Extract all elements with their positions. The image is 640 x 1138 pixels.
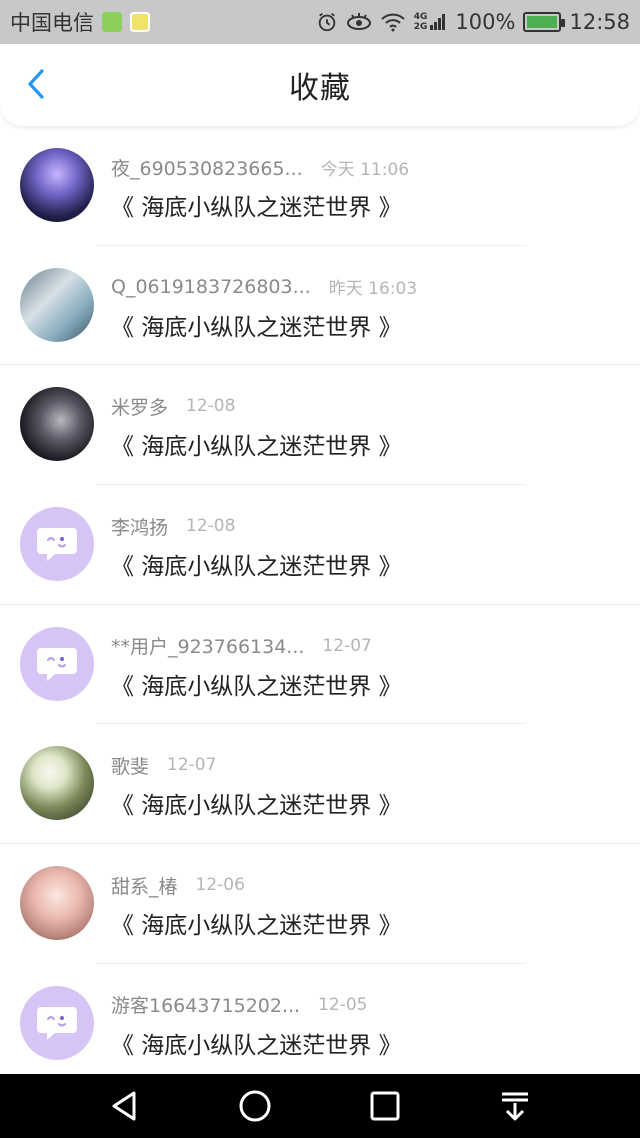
user-name[interactable]: **用户_923766134...: [111, 632, 304, 659]
wechat-notification-icon: [102, 12, 122, 32]
status-bar: 中国电信 4G 2G 100% 12:58: [0, 0, 640, 44]
chat-bubble-icon: [37, 1006, 77, 1040]
avatar[interactable]: [20, 267, 94, 342]
favorite-info: **用户_923766134... 12-07 《 海底小纵队之迷茫世界 》: [111, 633, 620, 701]
favorite-meta: 夜_690530823665... 今天 11:06: [111, 154, 620, 180]
favorite-item[interactable]: Q_0619183726803... 昨天 16:03 《 海底小纵队之迷茫世界 》: [0, 246, 640, 366]
favorite-info: 甜系_椿 12-06 《 海底小纵队之迷茫世界 》: [111, 872, 620, 940]
default-avatar[interactable]: [20, 626, 94, 701]
favorite-meta: 米罗多 12-08: [111, 393, 620, 419]
signal-icon: 4G 2G: [414, 12, 448, 32]
nav-back-button[interactable]: [101, 1082, 149, 1130]
favorite-meta: Q_0619183726803... 昨天 16:03: [111, 274, 620, 300]
favorite-info: 游客16643715202... 12-05 《 海底小纵队之迷茫世界 》: [111, 992, 620, 1060]
avatar[interactable]: [20, 148, 94, 222]
favorite-time: 12-06: [195, 875, 245, 896]
favorite-item[interactable]: 李鸿扬 12-08 《 海底小纵队之迷茫世界 》: [0, 485, 640, 605]
user-name[interactable]: Q_0619183726803...: [111, 276, 311, 298]
favorite-time: 今天 11:06: [320, 159, 410, 180]
favorite-item[interactable]: 夜_690530823665... 今天 11:06 《 海底小纵队之迷茫世界 》: [0, 126, 640, 246]
favorite-item[interactable]: 甜系_椿 12-06 《 海底小纵队之迷茫世界 》: [0, 844, 640, 964]
work-title[interactable]: 《 海底小纵队之迷茫世界 》: [111, 786, 620, 820]
user-name[interactable]: 米罗多: [111, 393, 168, 420]
wifi-icon: [380, 12, 406, 32]
eye-comfort-icon: [346, 12, 372, 32]
favorite-time: 12-05: [318, 994, 368, 1015]
work-title[interactable]: 《 海底小纵队之迷茫世界 》: [111, 427, 620, 461]
back-button[interactable]: [18, 66, 54, 102]
favorite-meta: 甜系_椿 12-06: [111, 872, 620, 898]
favorite-meta: 李鸿扬 12-08: [111, 513, 620, 539]
favorite-info: Q_0619183726803... 昨天 16:03 《 海底小纵队之迷茫世界 》: [111, 274, 620, 342]
chat-bubble-icon: [37, 528, 77, 562]
chat-bubble-icon: [37, 647, 77, 681]
favorite-item[interactable]: 米罗多 12-08 《 海底小纵队之迷茫世界 》: [0, 365, 640, 486]
favorite-meta: 游客16643715202... 12-05: [111, 992, 620, 1018]
work-title[interactable]: 《 海底小纵队之迷茫世界 》: [111, 1026, 620, 1060]
favorite-item[interactable]: **用户_923766134... 12-07 《 海底小纵队之迷茫世界 》: [0, 605, 640, 725]
nav-notification-button[interactable]: [491, 1082, 539, 1130]
favorites-list: 夜_690530823665... 今天 11:06 《 海底小纵队之迷茫世界 》 Q…: [0, 126, 640, 1084]
home-circle-icon: [239, 1090, 271, 1122]
app-header: 收藏: [0, 44, 640, 126]
user-name[interactable]: 李鸿扬: [111, 513, 168, 540]
favorite-item[interactable]: 游客16643715202... 12-05 《 海底小纵队之迷茫世界 》: [0, 964, 640, 1084]
favorite-time: 昨天 16:03: [328, 279, 418, 300]
default-avatar[interactable]: [20, 507, 94, 582]
user-name[interactable]: 歌斐: [111, 752, 149, 779]
avatar[interactable]: [20, 866, 94, 941]
avatar[interactable]: [20, 746, 94, 821]
recents-square-icon: [370, 1091, 400, 1121]
nav-recents-button[interactable]: [361, 1082, 409, 1130]
favorite-time: 12-07: [167, 755, 217, 776]
work-title[interactable]: 《 海底小纵队之迷茫世界 》: [111, 906, 620, 940]
favorite-time: 12-07: [322, 635, 372, 656]
user-name[interactable]: 夜_690530823665...: [111, 154, 303, 181]
clock: 12:58: [569, 10, 630, 34]
avatar[interactable]: [20, 387, 94, 462]
carrier-label: 中国电信: [10, 11, 94, 35]
network-4g-label: 4G: [413, 12, 428, 22]
favorite-time: 12-08: [186, 516, 236, 537]
work-title[interactable]: 《 海底小纵队之迷茫世界 》: [111, 188, 620, 222]
favorite-time: 12-08: [186, 396, 236, 417]
chevron-left-icon: [28, 69, 44, 99]
network-2g-label: 2G: [413, 22, 428, 32]
work-title[interactable]: 《 海底小纵队之迷茫世界 》: [111, 308, 620, 342]
app-notification-icon: [130, 12, 150, 32]
favorite-info: 李鸿扬 12-08 《 海底小纵队之迷茫世界 》: [111, 513, 620, 581]
system-navigation-bar: [0, 1074, 640, 1138]
work-title[interactable]: 《 海底小纵队之迷茫世界 》: [111, 667, 620, 701]
page-title: 收藏: [289, 71, 351, 106]
favorite-info: 米罗多 12-08 《 海底小纵队之迷茫世界 》: [111, 393, 620, 461]
battery-level-fill: [527, 16, 558, 28]
favorite-info: 歌斐 12-07 《 海底小纵队之迷茫世界 》: [111, 752, 620, 820]
notification-pulldown-icon: [502, 1092, 528, 1121]
favorite-info: 夜_690530823665... 今天 11:06 《 海底小纵队之迷茫世界 》: [111, 154, 620, 222]
default-avatar[interactable]: [20, 985, 94, 1060]
favorite-meta: **用户_923766134... 12-07: [111, 633, 620, 659]
work-title[interactable]: 《 海底小纵队之迷茫世界 》: [111, 547, 620, 581]
user-name[interactable]: 甜系_椿: [111, 872, 178, 899]
user-name[interactable]: 游客16643715202...: [111, 991, 300, 1018]
nav-home-button[interactable]: [231, 1082, 279, 1130]
back-triangle-icon: [112, 1091, 136, 1121]
battery-percent: 100%: [455, 10, 516, 34]
battery-icon: [523, 12, 566, 32]
favorite-item[interactable]: 歌斐 12-07 《 海底小纵队之迷茫世界 》: [0, 724, 640, 845]
favorite-meta: 歌斐 12-07: [111, 752, 620, 778]
alarm-clock-icon: [316, 11, 338, 33]
